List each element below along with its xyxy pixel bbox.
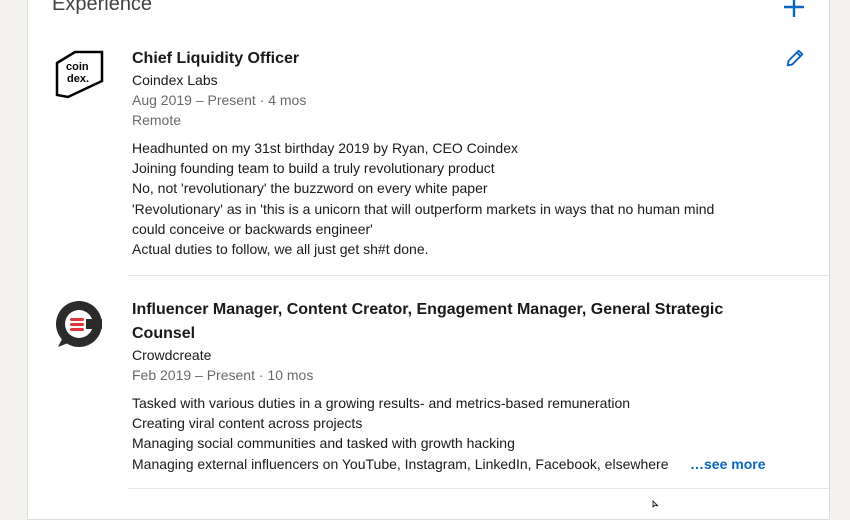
description-line: Managing social communities and tasked w…	[132, 435, 515, 451]
description-line: Headhunted on my 31st birthday 2019 by R…	[132, 140, 519, 156]
add-experience-button[interactable]	[782, 0, 806, 19]
pencil-icon	[786, 49, 804, 67]
location: Remote	[132, 112, 182, 128]
description-line: Joining founding team to build a truly r…	[132, 160, 495, 176]
description-line: No, not 'revolutionary' the buzzword on …	[132, 180, 488, 196]
date-range: Aug 2019 – Present · 4 mos	[132, 92, 307, 108]
mouse-cursor	[652, 495, 660, 508]
see-more-link[interactable]: …see more	[690, 454, 765, 474]
company-name: Crowdcreate	[132, 347, 212, 363]
experience-card: Experience coin dex. Chief Liquidity Off…	[27, 0, 830, 520]
entry-divider	[128, 275, 829, 276]
entry-divider	[128, 488, 829, 489]
description-line: 'Revolutionary' as in 'this is a unicorn…	[132, 201, 715, 217]
company-name: Coindex Labs	[132, 72, 218, 88]
section-title: Experience	[52, 0, 153, 15]
job-title[interactable]: Chief Liquidity Officer	[132, 47, 742, 71]
description-line: Managing external influencers on YouTube…	[132, 456, 669, 472]
crowdcreate-logo[interactable]	[54, 299, 104, 349]
coindex-logo[interactable]: coin dex.	[54, 49, 104, 99]
edit-experience-button[interactable]	[784, 47, 806, 69]
description-line: Creating viral content across projects	[132, 415, 363, 431]
logo-text-dex: dex.	[67, 73, 89, 85]
logo-text-coin: coin	[66, 61, 89, 73]
plus-icon	[784, 0, 804, 17]
date-range: Feb 2019 – Present · 10 mos	[132, 367, 314, 383]
description-line: Tasked with various duties in a growing …	[132, 395, 631, 411]
description-line: Actual duties to follow, we all just get…	[132, 241, 429, 257]
description-line: could conceive or backwards engineer'	[132, 221, 373, 237]
job-title[interactable]: Influencer Manager, Content Creator, Eng…	[132, 298, 742, 346]
